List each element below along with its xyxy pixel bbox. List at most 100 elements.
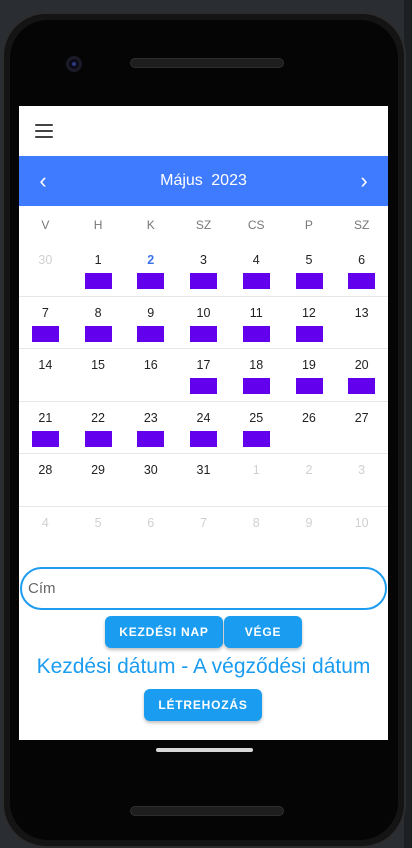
day-cell[interactable]: 7	[19, 297, 72, 349]
day-cell[interactable]: 27	[335, 402, 388, 454]
day-number: 1	[94, 253, 102, 267]
day-cell[interactable]: 10	[335, 507, 388, 560]
day-cell[interactable]: 1	[72, 244, 125, 296]
home-indicator[interactable]	[156, 748, 253, 752]
weekday-row: V H K SZ CS P SZ	[19, 206, 388, 244]
day-cell[interactable]: 17	[177, 349, 230, 401]
day-cell[interactable]: 26	[283, 402, 336, 454]
event-marker[interactable]	[32, 430, 59, 447]
day-cell[interactable]: 14	[19, 349, 72, 401]
event-marker[interactable]	[137, 325, 165, 342]
end-date-button[interactable]: VÉGE	[224, 616, 302, 648]
day-number: 24	[196, 410, 211, 425]
day-cell[interactable]: 30	[124, 454, 177, 506]
day-number: 16	[143, 358, 158, 372]
event-marker[interactable]	[295, 325, 323, 342]
day-cell[interactable]: 23	[124, 402, 177, 454]
day-cell[interactable]: 25	[230, 402, 283, 454]
event-marker[interactable]	[84, 273, 112, 289]
event-marker[interactable]	[84, 430, 112, 447]
day-cell[interactable]: 24	[177, 402, 230, 454]
event-marker[interactable]	[242, 378, 270, 394]
day-cell[interactable]: 5	[72, 507, 125, 560]
app-screen: ‹ Május 2023 › V H K SZ CS P SZ 30 1 2 3 4 5 6 7 8 9 10 1…	[19, 106, 388, 740]
event-marker[interactable]	[190, 430, 218, 447]
menu-icon[interactable]	[35, 124, 53, 138]
chevron-left-icon: ‹	[39, 168, 47, 193]
event-marker[interactable]	[190, 325, 218, 342]
title-input[interactable]: Cím	[20, 567, 387, 610]
day-cell[interactable]: 29	[72, 454, 125, 506]
day-cell[interactable]: 1	[230, 454, 283, 506]
day-cell[interactable]: 20	[335, 349, 388, 401]
day-cell[interactable]: 4	[230, 244, 283, 296]
day-cell[interactable]: 8	[230, 507, 283, 560]
event-marker[interactable]	[190, 273, 218, 289]
event-marker[interactable]	[190, 378, 218, 394]
event-marker[interactable]	[242, 325, 270, 342]
day-cell[interactable]: 12	[283, 297, 336, 349]
day-number: 18	[249, 358, 264, 372]
day-cell[interactable]: 2	[124, 244, 177, 296]
day-cell[interactable]: 21	[19, 402, 72, 454]
month-year-title: Május 2023	[158, 172, 249, 190]
day-number: 31	[196, 463, 211, 477]
day-number: 4	[252, 253, 260, 267]
day-cell[interactable]: 4	[19, 507, 72, 560]
day-cell[interactable]: 5	[283, 244, 336, 296]
calendar-grid: 30 1 2 3 4 5 6 7 8 9 10 11 12 13 14 15 16 17 18 19 20 21 22 23 2…	[19, 244, 388, 559]
day-cell[interactable]: 8	[72, 297, 125, 349]
day-cell[interactable]: 30	[19, 244, 72, 296]
day-cell[interactable]: 2	[283, 454, 336, 506]
event-marker[interactable]	[295, 273, 323, 289]
calendar-header: ‹ Május 2023 ›	[19, 156, 388, 206]
day-number: 10	[354, 515, 369, 530]
day-cell[interactable]: 9	[283, 507, 336, 560]
day-number: 13	[354, 305, 369, 320]
event-marker[interactable]	[242, 430, 270, 447]
day-number: 22	[91, 410, 106, 425]
app-bar	[19, 106, 388, 156]
event-marker[interactable]	[137, 273, 165, 289]
weekday-label: P	[304, 218, 313, 232]
day-cell[interactable]: 22	[72, 402, 125, 454]
day-number: 9	[305, 515, 313, 530]
day-cell[interactable]: 7	[177, 507, 230, 560]
weekday-label: CS	[247, 218, 265, 232]
day-number: 12	[301, 305, 316, 320]
year-label: 2023	[211, 172, 247, 189]
event-marker[interactable]	[84, 325, 112, 342]
event-marker[interactable]	[137, 430, 165, 447]
day-cell[interactable]: 9	[124, 297, 177, 349]
day-cell[interactable]: 3	[335, 454, 388, 506]
event-marker[interactable]	[295, 378, 323, 394]
day-cell[interactable]: 11	[230, 297, 283, 349]
day-cell[interactable]: 3	[177, 244, 230, 296]
event-marker[interactable]	[32, 325, 59, 342]
start-date-button[interactable]: KEZDÉSI NAP	[105, 616, 223, 648]
event-marker[interactable]	[348, 273, 376, 289]
day-cell[interactable]: 18	[230, 349, 283, 401]
event-marker[interactable]	[242, 273, 270, 289]
prev-month-button[interactable]: ‹	[19, 156, 67, 206]
date-range-text: Kezdési dátum - A végződési dátum	[36, 655, 371, 678]
day-cell[interactable]: 6	[335, 244, 388, 296]
day-number: 1	[252, 463, 260, 477]
day-cell[interactable]: 15	[72, 349, 125, 401]
day-cell[interactable]: 31	[177, 454, 230, 506]
week-row: 4 5 6 7 8 9 10	[19, 507, 388, 560]
day-cell[interactable]: 6	[124, 507, 177, 560]
event-marker[interactable]	[348, 378, 376, 394]
day-cell[interactable]: 16	[124, 349, 177, 401]
day-cell[interactable]: 19	[283, 349, 336, 401]
day-number: 23	[143, 410, 158, 425]
day-number: 6	[147, 515, 155, 530]
day-number: 2	[147, 253, 155, 267]
weekday-label: V	[41, 218, 50, 232]
weekday-label: H	[93, 218, 103, 232]
create-button[interactable]: LÉTREHOZÁS	[144, 689, 262, 721]
day-cell[interactable]: 13	[335, 297, 388, 349]
next-month-button[interactable]: ›	[340, 156, 388, 206]
day-cell[interactable]: 28	[19, 454, 72, 506]
day-cell[interactable]: 10	[177, 297, 230, 349]
